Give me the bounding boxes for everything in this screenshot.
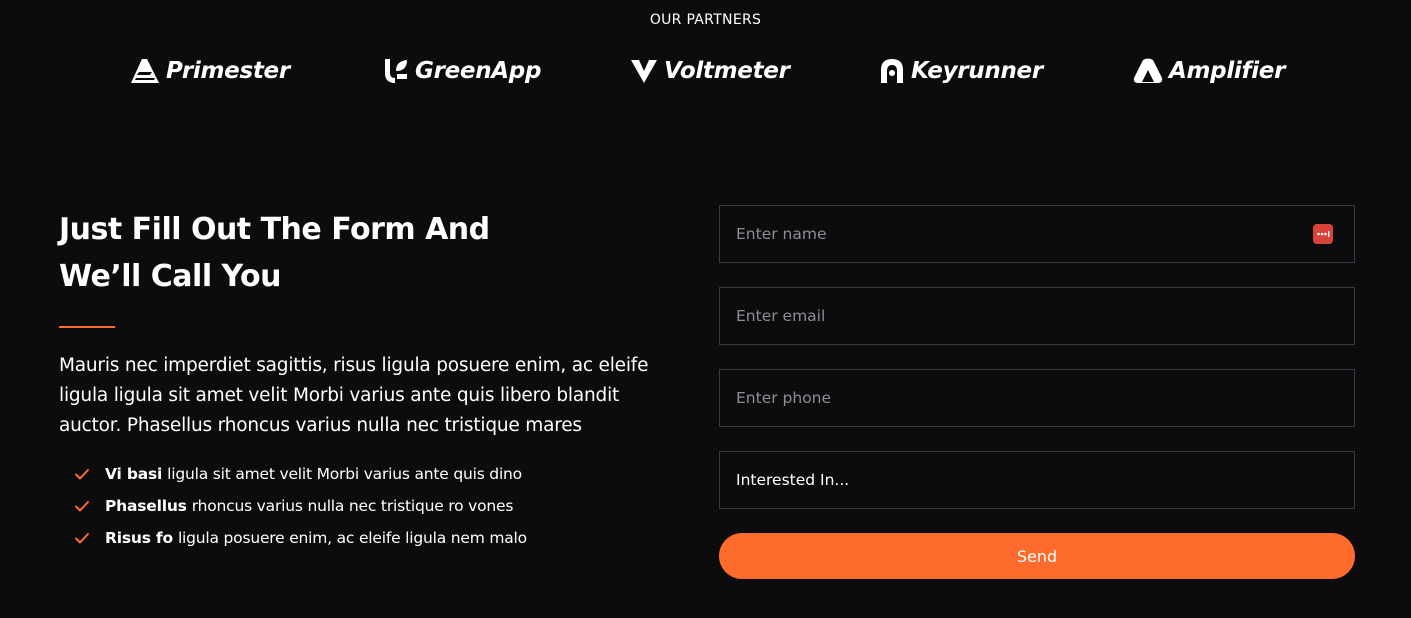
v-chevron-icon xyxy=(631,60,657,83)
intro-line: auctor. Phasellus rhoncus varius nulla n… xyxy=(59,415,582,436)
feature-bold: Risus fo xyxy=(105,529,173,547)
partner-name: Amplifier xyxy=(1169,58,1286,84)
feature-item: Vi basi ligula sit amet velit Morbi vari… xyxy=(74,458,527,490)
partner-name: Keyrunner xyxy=(911,58,1043,84)
email-field-wrapper xyxy=(719,287,1355,345)
partner-name: Primester xyxy=(166,58,290,84)
heading-line: Just Fill Out The Form And xyxy=(59,212,490,247)
triangle-stripes-icon xyxy=(131,59,159,83)
feature-bold: Vi basi xyxy=(105,465,163,483)
u-leaf-icon xyxy=(385,59,407,83)
phone-input[interactable] xyxy=(720,370,1354,426)
partner-logo-amplifier: Amplifier xyxy=(1133,54,1285,88)
name-input[interactable] xyxy=(720,206,1354,262)
contact-heading: Just Fill Out The Form And We’ll Call Yo… xyxy=(59,206,659,300)
partner-name: Voltmeter xyxy=(664,58,790,84)
check-icon xyxy=(74,498,90,514)
feature-item: Risus fo ligula posuere enim, ac eleife … xyxy=(74,522,527,554)
send-button[interactable]: Send xyxy=(719,533,1355,579)
check-icon xyxy=(74,466,90,482)
feature-item: Phasellus rhoncus varius nulla nec trist… xyxy=(74,490,527,522)
partner-logo-greenapp: GreenApp xyxy=(383,54,541,88)
partner-logo-primester: Primester xyxy=(130,54,290,88)
contact-intro: Mauris nec imperdiet sagittis, risus lig… xyxy=(59,351,704,441)
partner-logo-voltmeter: Voltmeter xyxy=(630,54,790,88)
feature-text: rhoncus varius nulla nec tristique ro vo… xyxy=(191,497,514,515)
feature-bold: Phasellus xyxy=(105,497,187,515)
accent-divider xyxy=(59,326,115,328)
intro-line: ligula ligula sit amet velit Morbi variu… xyxy=(59,385,620,406)
a-mountain-icon xyxy=(1133,58,1163,83)
feature-list: Vi basi ligula sit amet velit Morbi vari… xyxy=(74,458,527,554)
password-manager-icon[interactable] xyxy=(1313,224,1333,244)
partner-name: GreenApp xyxy=(415,58,542,84)
check-icon xyxy=(74,530,90,546)
partner-logo-keyrunner: Keyrunner xyxy=(879,54,1043,88)
feature-text: ligula posuere enim, ac eleife ligula ne… xyxy=(177,529,527,547)
name-field-wrapper xyxy=(719,205,1355,263)
heading-line: We’ll Call You xyxy=(59,259,281,294)
feature-text: ligula sit amet velit Morbi varius ante … xyxy=(167,465,522,483)
email-input[interactable] xyxy=(720,288,1354,344)
intro-line: Mauris nec imperdiet sagittis, risus lig… xyxy=(59,355,649,376)
interest-select[interactable]: Interested In... xyxy=(719,451,1355,509)
partners-title: OUR PARTNERS xyxy=(649,12,762,28)
phone-field-wrapper xyxy=(719,369,1355,427)
k-loop-icon xyxy=(881,59,903,83)
interest-select-value: Interested In... xyxy=(736,471,850,489)
